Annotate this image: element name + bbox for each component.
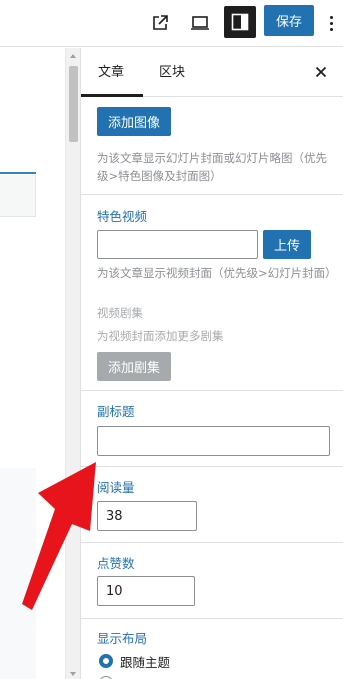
section-divider <box>81 542 343 543</box>
section-divider <box>81 466 343 467</box>
featured-video-description: 为该文章显示视频封面（优先级>幻灯片封面） <box>97 266 337 280</box>
settings-sidebar-icon[interactable] <box>224 6 256 38</box>
section-divider <box>81 194 343 195</box>
video-episodes-title: 视频剧集 <box>97 306 143 320</box>
layout-option-label[interactable]: 跟随主题 <box>120 652 170 671</box>
layout-radio-follow-theme[interactable] <box>99 654 113 668</box>
sidebar-tabs: 文章 区块 <box>81 48 343 97</box>
subtitle-title: 副标题 <box>97 404 135 419</box>
section-divider <box>81 618 343 619</box>
upload-button[interactable]: 上传 <box>263 230 311 259</box>
canvas-content-block[interactable] <box>0 468 36 679</box>
like-count-input[interactable]: 10 <box>97 576 195 606</box>
active-tab-indicator <box>81 94 143 97</box>
editor-toolbar: 保存 <box>0 0 343 47</box>
read-count-input[interactable]: 38 <box>97 501 197 531</box>
canvas-block[interactable] <box>0 175 36 217</box>
like-count-title: 点赞数 <box>97 556 135 571</box>
more-options-icon[interactable] <box>324 9 338 37</box>
featured-video-input[interactable] <box>97 230 258 259</box>
canvas-divider <box>0 172 36 174</box>
scroll-thumb[interactable] <box>69 66 78 142</box>
section-divider <box>81 390 343 391</box>
read-count-title: 阅读量 <box>97 480 135 495</box>
settings-sidebar: 文章 区块 添加图像 为该文章显示幻灯片封面或幻灯片略图（优先级>特色图像及封面… <box>80 48 343 679</box>
display-layout-title: 显示布局 <box>97 631 148 646</box>
external-link-icon[interactable] <box>145 8 175 38</box>
save-button[interactable]: 保存 <box>264 5 314 36</box>
close-icon[interactable] <box>313 64 329 80</box>
tab-post[interactable]: 文章 <box>98 48 124 97</box>
featured-video-title: 特色视频 <box>97 209 148 224</box>
tab-block[interactable]: 区块 <box>159 48 185 97</box>
cover-description: 为该文章显示幻灯片封面或幻灯片略图（优先级>特色图像及封面图） <box>97 151 327 183</box>
add-episode-button[interactable]: 添加剧集 <box>97 352 171 381</box>
add-image-button[interactable]: 添加图像 <box>97 107 171 136</box>
scroll-up-arrow[interactable] <box>70 54 76 58</box>
canvas-scrollbar[interactable] <box>65 48 80 679</box>
video-episodes-description: 为视频封面添加更多剧集 <box>97 329 224 343</box>
editor-canvas[interactable] <box>0 48 65 679</box>
scroll-down-arrow[interactable] <box>70 672 76 676</box>
subtitle-input[interactable] <box>97 426 330 456</box>
preview-icon[interactable] <box>185 8 215 38</box>
